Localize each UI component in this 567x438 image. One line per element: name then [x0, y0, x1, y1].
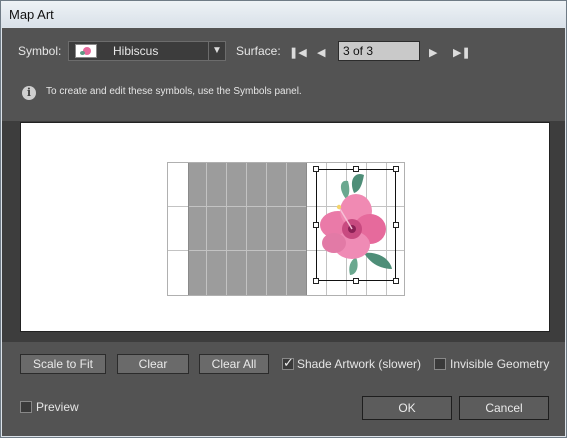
- symbol-value: Hibiscus: [113, 44, 159, 58]
- symbol-dropdown[interactable]: Hibiscus ▼: [68, 41, 226, 61]
- next-surface-icon[interactable]: ▶: [429, 47, 437, 59]
- grid-line: [266, 163, 267, 295]
- resize-handle[interactable]: [393, 222, 399, 228]
- grid-line: [286, 163, 287, 295]
- surface-label: Surface:: [236, 44, 281, 58]
- grid-line: [306, 163, 307, 295]
- invisible-geometry-label[interactable]: Invisible Geometry: [450, 357, 549, 371]
- grid-line: [188, 163, 189, 295]
- resize-handle[interactable]: [313, 166, 319, 172]
- invisible-geometry-checkbox[interactable]: [434, 358, 446, 370]
- surface-value: 3 of 3: [343, 44, 374, 58]
- info-text: To create and edit these symbols, use th…: [46, 86, 302, 97]
- resize-handle[interactable]: [313, 222, 319, 228]
- resize-handle[interactable]: [353, 278, 359, 284]
- surface-grid[interactable]: [167, 162, 405, 296]
- resize-handle[interactable]: [353, 166, 359, 172]
- map-art-preview[interactable]: [20, 122, 550, 332]
- window-title: Map Art: [9, 7, 54, 22]
- ok-button[interactable]: OK: [362, 396, 452, 420]
- cancel-button[interactable]: Cancel: [459, 396, 549, 420]
- grid-line: [206, 163, 207, 295]
- symbol-label: Symbol:: [18, 44, 62, 58]
- clear-all-button[interactable]: Clear All: [199, 354, 269, 374]
- scale-to-fit-button[interactable]: Scale to Fit: [20, 354, 106, 374]
- info-icon: i: [22, 86, 36, 100]
- previous-surface-icon[interactable]: ◀: [317, 47, 325, 59]
- shade-artwork-checkbox[interactable]: [282, 355, 294, 371]
- last-surface-icon[interactable]: ▶❚: [453, 47, 471, 59]
- resize-handle[interactable]: [313, 278, 319, 284]
- map-art-dialog: Map Art Symbol: Hibiscus ▼ Surface: ❚◀ ◀…: [0, 0, 567, 438]
- grid-line: [246, 163, 247, 295]
- first-surface-icon[interactable]: ❚◀: [289, 47, 307, 59]
- selection-bounding-box[interactable]: [316, 169, 396, 281]
- clear-button[interactable]: Clear: [117, 354, 189, 374]
- grid-line: [226, 163, 227, 295]
- surface-field[interactable]: 3 of 3: [338, 41, 420, 61]
- hibiscus-icon: [75, 44, 97, 58]
- preview-checkbox[interactable]: [20, 401, 32, 413]
- dialog-body: Symbol: Hibiscus ▼ Surface: ❚◀ ◀ 3 of 3 …: [2, 28, 565, 436]
- resize-handle[interactable]: [393, 278, 399, 284]
- preview-label[interactable]: Preview: [36, 400, 79, 414]
- shade-artwork-label[interactable]: Shade Artwork (slower): [297, 357, 421, 371]
- resize-handle[interactable]: [393, 166, 399, 172]
- chevron-down-icon[interactable]: ▼: [208, 42, 225, 60]
- title-bar: Map Art: [1, 1, 566, 27]
